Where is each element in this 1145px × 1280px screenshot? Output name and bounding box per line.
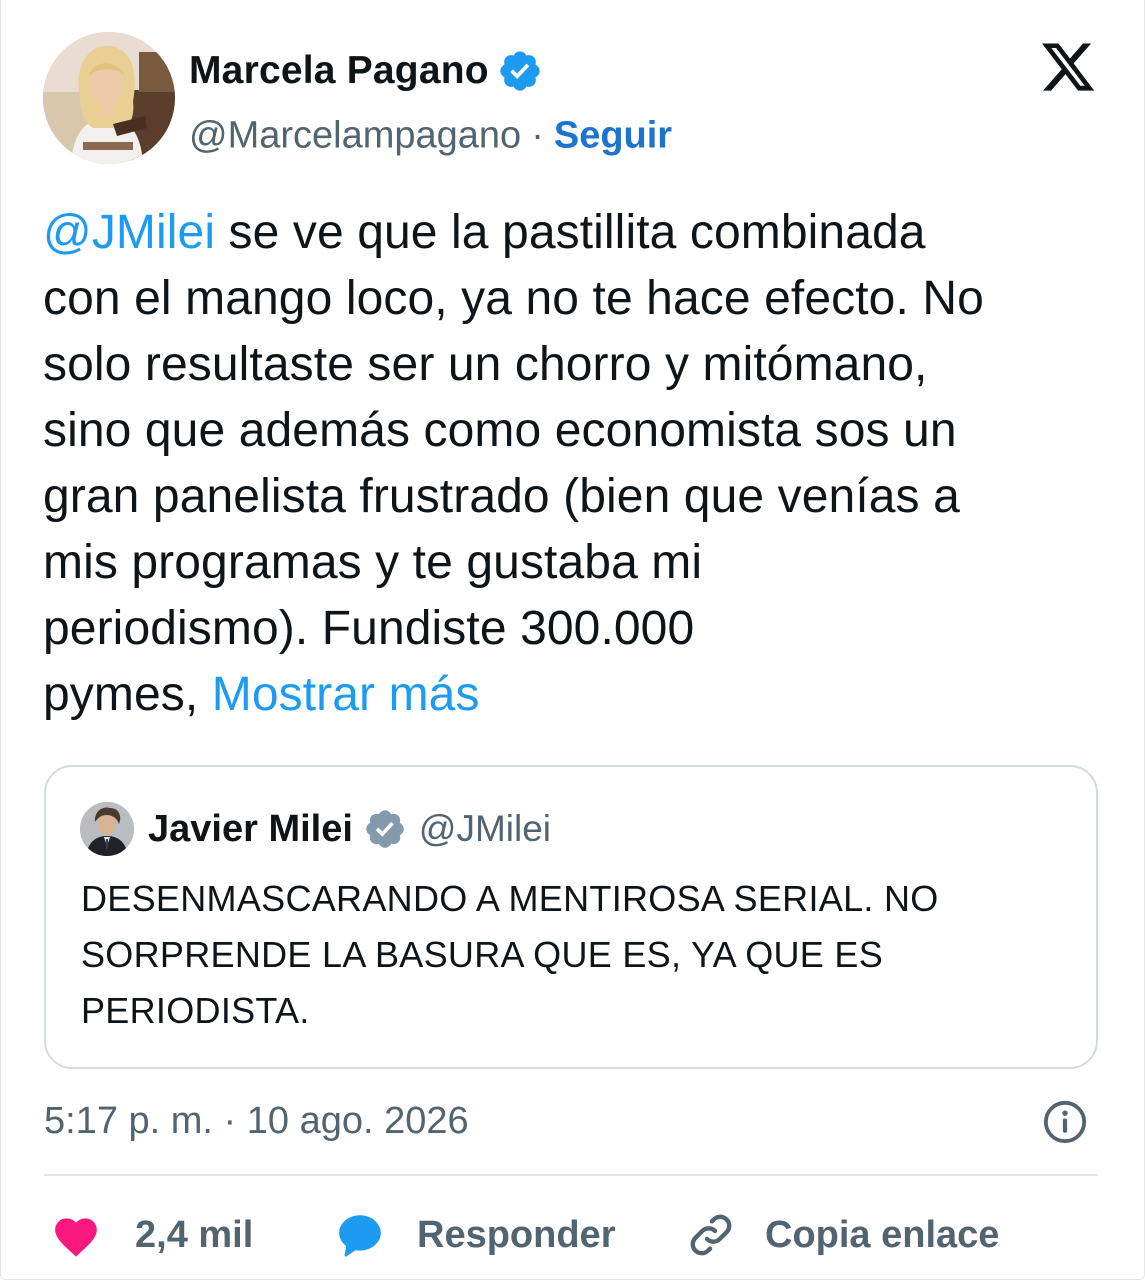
tweet-line: sino que además como economista sos un [43,404,957,457]
author-avatar[interactable] [43,32,175,164]
mention-link[interactable]: @JMilei [43,206,215,259]
tweet-header: Marcela Pagano @Marcelampagano · Seguir [43,32,1103,167]
x-logo-icon[interactable] [1039,38,1097,96]
quoted-line: PERIODISTA. [81,990,310,1031]
quoted-tweet-header: Javier Milei @JMilei [80,801,551,857]
tweet-timestamp[interactable]: 5:17 p. m. · 10 ago. 2026 [44,1096,469,1146]
reply-button[interactable]: Responder [335,1200,615,1270]
quoted-author-name[interactable]: Javier Milei [148,808,353,851]
like-count: 2,4 mil [135,1213,254,1256]
tweet-line: gran panelista frustrado (bien que venía… [43,470,960,523]
tweet-line: @JMilei se ve que la pastillita combinad… [43,206,926,259]
quoted-avatar[interactable] [80,802,134,856]
author-handle[interactable]: @Marcelampagano [189,115,521,158]
like-button[interactable]: 2,4 mil [51,1200,253,1270]
tweet-line: periodismo). Fundiste 300.000 [43,602,695,655]
tweet-line: solo resultaste ser un chorro y mitómano… [43,338,928,391]
quoted-tweet-text: DESENMASCARANDO A MENTIROSA SERIAL. NO S… [81,871,1071,1039]
author-name-row: Marcela Pagano [189,48,543,94]
tweet-line: con el mango loco, ya no te hace efecto.… [43,272,984,325]
follow-button[interactable]: Seguir [554,115,672,158]
action-bar: 2,4 mil Responder Copia enlace [51,1200,1101,1270]
tweet-line: pymes, Mostrar más [43,668,480,721]
copy-link-label: Copia enlace [765,1213,1000,1256]
author-handle-row: @Marcelampagano · Seguir [189,115,672,158]
reply-bubble-icon [339,1215,381,1257]
tweet-line: mis programas y te gustaba mi [43,536,703,589]
quoted-line: SORPRENDE LA BASURA QUE ES, YA QUE ES [81,934,884,975]
heart-icon [55,1218,97,1257]
show-more-link[interactable]: Mostrar más [212,668,480,721]
verified-badge-icon [366,810,404,848]
tweet-text: @JMilei se ve que la pastillita combinad… [43,200,1103,728]
quoted-line: DESENMASCARANDO A MENTIROSA SERIAL. NO [81,878,939,919]
divider [44,1174,1098,1176]
tweet-card: Marcela Pagano @Marcelampagano · Seguir … [0,0,1145,1280]
author-name[interactable]: Marcela Pagano [189,49,489,93]
separator-dot: · [531,114,544,157]
reply-label: Responder [417,1213,616,1256]
verified-badge-icon [500,51,540,91]
info-icon[interactable] [1042,1099,1088,1145]
copy-link-button[interactable]: Copia enlace [687,1200,999,1270]
timestamp-row: 5:17 p. m. · 10 ago. 2026 [44,1096,1094,1146]
quoted-author-handle[interactable]: @JMilei [419,808,551,850]
quoted-tweet[interactable]: Javier Milei @JMilei DESENMASCARANDO A M… [44,765,1098,1069]
link-icon [690,1214,732,1256]
